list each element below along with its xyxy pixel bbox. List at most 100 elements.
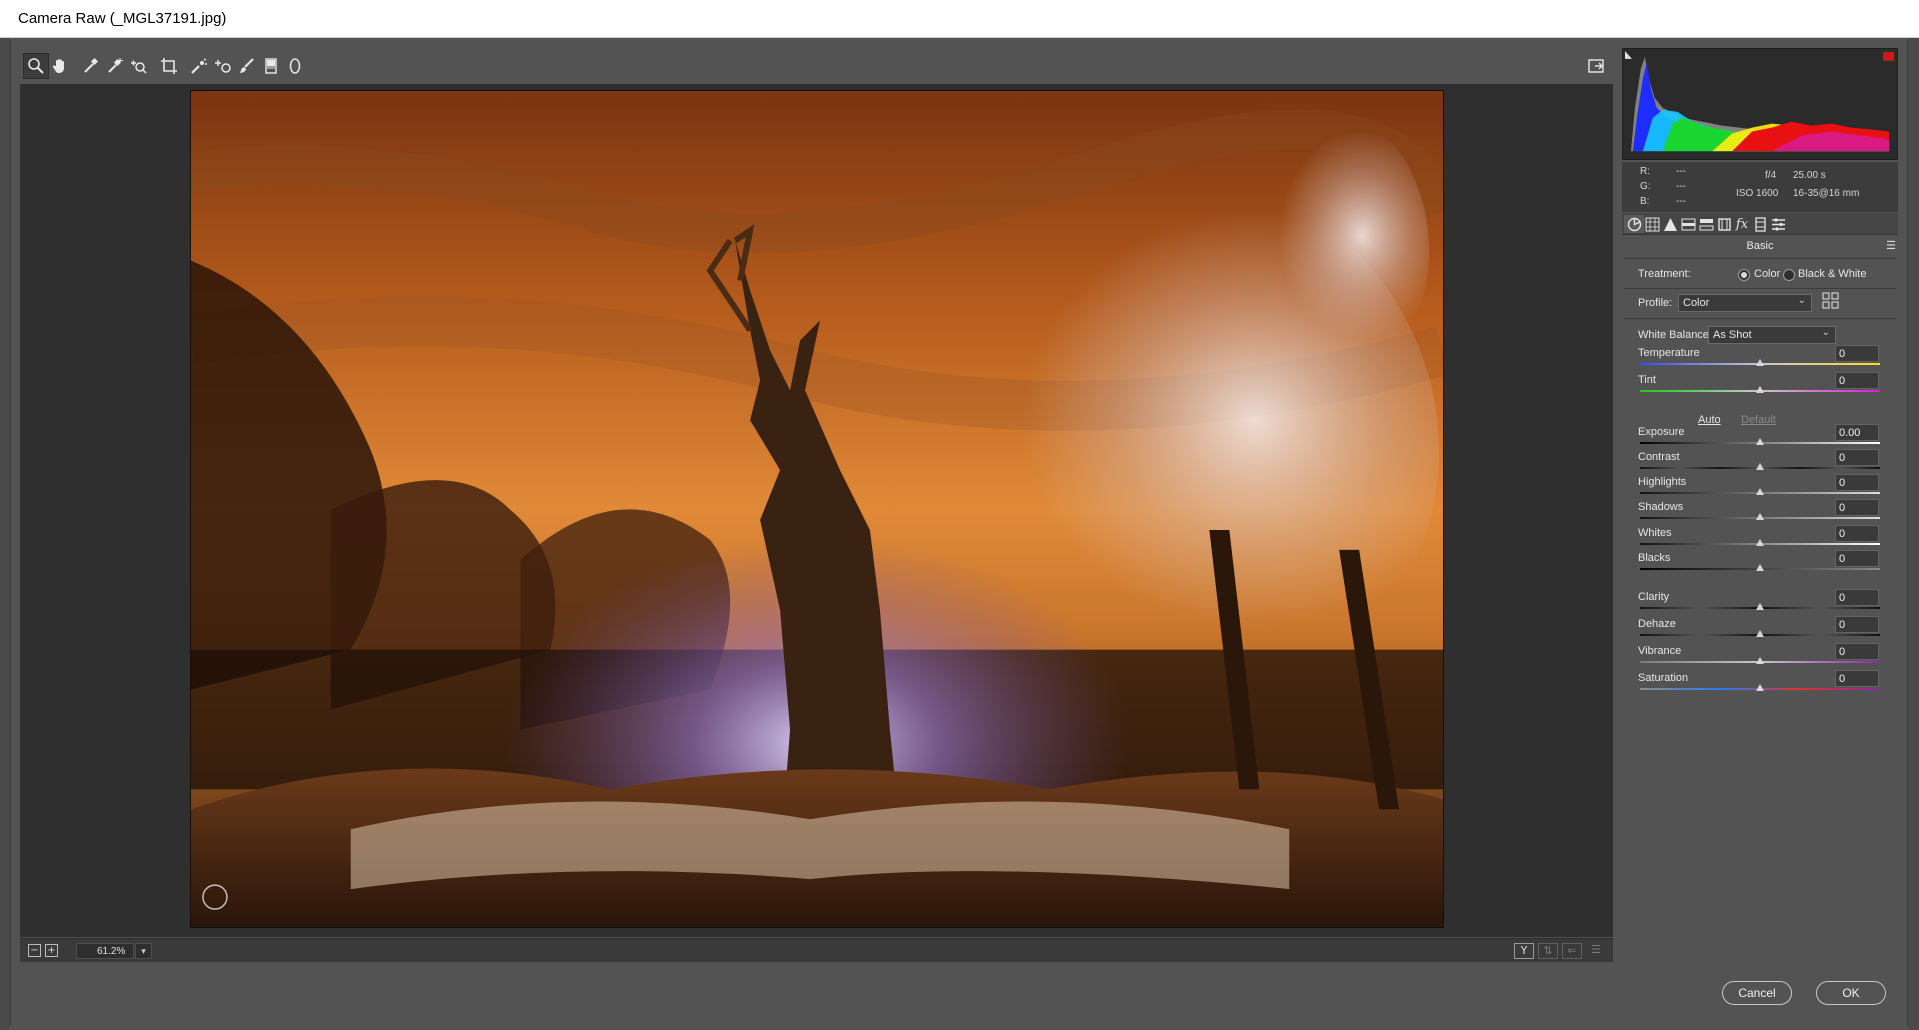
slider-value-field[interactable]: 0 [1835, 550, 1879, 567]
spot-removal-icon[interactable] [186, 53, 212, 79]
slider-label: Contrast [1638, 451, 1680, 463]
default-link[interactable]: Default [1741, 414, 1776, 426]
zoom-dropdown-icon[interactable]: ▾ [135, 943, 152, 959]
zoom-out-button[interactable]: − [28, 944, 41, 957]
color-sampler-icon[interactable] [102, 53, 128, 79]
divider [1624, 288, 1896, 289]
toggle-fullscreen-icon[interactable] [1583, 53, 1609, 79]
targeted-adjustment-icon[interactable] [126, 53, 152, 79]
adjustment-brush-icon[interactable] [234, 53, 260, 79]
white-balance-value: As Shot [1713, 329, 1752, 341]
white-balance-label: White Balance: [1638, 329, 1712, 341]
b-label: B: [1640, 196, 1650, 207]
slider-value-field[interactable]: 0 [1835, 643, 1879, 660]
slider-label: Clarity [1638, 591, 1670, 603]
lens: 16-35@16 mm [1793, 188, 1860, 199]
panel-menu-icon[interactable]: ☰ [1886, 239, 1896, 252]
rgb-exif-readout: R: --- G: --- B: --- f/4 25.00 s ISO 160… [1622, 162, 1898, 212]
g-value: --- [1676, 181, 1686, 192]
split-toning-tab-icon[interactable] [1696, 215, 1716, 233]
slider-thumb[interactable] [1756, 488, 1764, 495]
g-label: G: [1640, 181, 1651, 192]
calibration-tab-icon[interactable] [1750, 215, 1770, 233]
slider-thumb[interactable] [1756, 463, 1764, 470]
slider-label: Shadows [1638, 501, 1684, 513]
treatment-color-label[interactable]: Color [1754, 268, 1780, 280]
auto-link[interactable]: Auto [1698, 414, 1721, 426]
hand-icon[interactable] [47, 53, 73, 79]
presets-tab-icon[interactable] [1768, 215, 1788, 233]
slider-thumb[interactable] [1756, 539, 1764, 546]
divider [1624, 258, 1896, 259]
preview-status-bar: − + 61.2% ▾ Y ⇅ ⇐ ☰ [20, 938, 1613, 962]
radial-filter-icon[interactable] [282, 53, 308, 79]
camera-raw-window: Camera Raw (_MGL37191.jpg) − + 61.2% ▾ Y… [0, 0, 1919, 1030]
effects-tab-icon[interactable]: fx [1732, 215, 1752, 233]
white-balance-eyedropper-icon[interactable] [78, 53, 104, 79]
r-label: R: [1640, 166, 1650, 177]
treatment-bw-label[interactable]: Black & White [1798, 268, 1866, 280]
zoom-level-field[interactable]: 61.2% [76, 943, 134, 959]
hsl-tab-icon[interactable] [1678, 215, 1698, 233]
graduated-filter-icon[interactable] [258, 53, 284, 79]
slider-label: Exposure [1638, 426, 1685, 438]
slider-label: Saturation [1638, 672, 1689, 684]
slider-thumb[interactable] [1756, 386, 1764, 393]
red-eye-icon[interactable] [210, 53, 236, 79]
aperture: f/4 [1765, 170, 1777, 181]
slider-value-field[interactable]: 0 [1835, 670, 1879, 687]
copy-settings-icon[interactable]: ⇐ [1562, 943, 1582, 959]
chevron-down-icon: ⌄ [1821, 327, 1830, 338]
profile-select[interactable]: Color ⌄ [1678, 294, 1812, 312]
panel-tabs: fx [1622, 213, 1898, 235]
swap-settings-icon[interactable]: ⇅ [1538, 943, 1558, 959]
tone-curve-tab-icon[interactable] [1642, 215, 1662, 233]
section-title: Basic [1746, 240, 1774, 252]
treatment-color-radio[interactable] [1738, 269, 1750, 281]
slider-value-field[interactable]: 0 [1835, 449, 1879, 466]
slider-thumb[interactable] [1756, 359, 1764, 366]
zoom-in-button[interactable]: + [45, 944, 58, 957]
lens-corrections-tab-icon[interactable] [1714, 215, 1734, 233]
basic-tab-icon[interactable] [1624, 215, 1644, 233]
zoom-icon[interactable] [23, 53, 49, 79]
slider-thumb[interactable] [1756, 657, 1764, 664]
slider-value-field[interactable]: 0 [1835, 589, 1879, 606]
preview-preferences-icon[interactable]: ☰ [1586, 943, 1606, 959]
slider-label: Highlights [1638, 476, 1687, 488]
b-value: --- [1676, 196, 1686, 207]
tool-bar [20, 50, 1613, 83]
shutter-speed: 25.00 s [1793, 170, 1826, 181]
slider-value-field[interactable]: 0 [1835, 372, 1879, 389]
crop-icon[interactable] [156, 53, 182, 79]
slider-value-field[interactable]: 0 [1835, 474, 1879, 491]
slider-thumb[interactable] [1756, 684, 1764, 691]
slider-thumb[interactable] [1756, 603, 1764, 610]
photo-preview[interactable] [190, 90, 1444, 928]
title-bar: Camera Raw (_MGL37191.jpg) [0, 0, 1919, 38]
treatment-label: Treatment: [1638, 268, 1691, 280]
slider-thumb[interactable] [1756, 630, 1764, 637]
cancel-button[interactable]: Cancel [1722, 981, 1792, 1005]
profile-browser-icon[interactable] [1822, 292, 1839, 309]
slider-value-field[interactable]: 0 [1835, 345, 1879, 362]
image-preview-area[interactable] [20, 84, 1613, 937]
slider-value-field[interactable]: 0 [1835, 499, 1879, 516]
ok-button[interactable]: OK [1816, 981, 1886, 1005]
slider-value-field[interactable]: 0.00 [1835, 424, 1879, 441]
slider-thumb[interactable] [1756, 564, 1764, 571]
slider-thumb[interactable] [1756, 438, 1764, 445]
slider-value-field[interactable]: 0 [1835, 616, 1879, 633]
detail-tab-icon[interactable] [1660, 215, 1680, 233]
before-after-toggle-icon[interactable]: Y [1514, 943, 1534, 959]
treatment-bw-radio[interactable] [1783, 269, 1795, 281]
profile-value: Color [1683, 297, 1710, 309]
adjustments-panel: R: --- G: --- B: --- f/4 25.00 s ISO 160… [1620, 46, 1900, 962]
profile-label: Profile: [1638, 297, 1673, 309]
chevron-down-icon: ⌄ [1797, 295, 1806, 306]
white-balance-select[interactable]: As Shot ⌄ [1708, 326, 1836, 344]
slider-label: Whites [1638, 527, 1672, 539]
slider-thumb[interactable] [1756, 513, 1764, 520]
slider-label: Dehaze [1638, 618, 1676, 630]
slider-value-field[interactable]: 0 [1835, 525, 1879, 542]
